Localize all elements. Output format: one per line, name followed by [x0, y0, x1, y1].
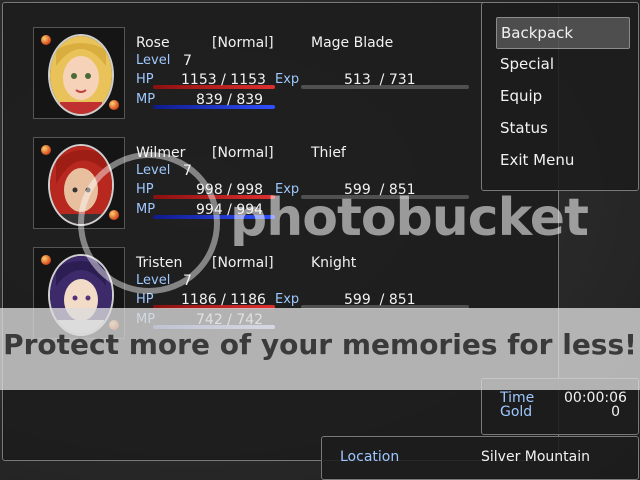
gem-icon: [109, 100, 119, 110]
actor-state: [Normal]: [212, 145, 274, 161]
menu-item-equip[interactable]: Equip: [496, 81, 628, 111]
gold-label: Gold: [500, 404, 533, 420]
party-member-rose[interactable]: Rose [Normal] Mage Blade Level 7 HP 1153…: [3, 3, 558, 119]
actor-face-icon: [48, 34, 114, 116]
watermark-tagline: Protect more of your memories for less!: [3, 328, 637, 361]
exp-label: Exp: [275, 292, 300, 307]
exp-value: 513 / 731: [344, 72, 416, 88]
gem-icon: [41, 255, 51, 265]
menu-item-exit-menu[interactable]: Exit Menu: [496, 145, 628, 175]
game-screen: Rose [Normal] Mage Blade Level 7 HP 1153…: [0, 0, 640, 480]
actor-level: 7: [183, 53, 192, 69]
hp-value: 1153 / 1153: [181, 72, 266, 88]
menu-item-backpack[interactable]: Backpack: [496, 17, 630, 49]
watermark-camera-icon: [78, 152, 220, 294]
actor-state: [Normal]: [212, 35, 274, 51]
gem-icon: [41, 35, 51, 45]
exp-label: Exp: [275, 72, 300, 87]
mp-value: 839 / 839: [196, 92, 264, 108]
hp-value: 1186 / 1186: [181, 292, 266, 308]
location-window: Location Silver Mountain: [321, 436, 639, 480]
actor-state: [Normal]: [212, 255, 274, 271]
actor-class: Knight: [311, 255, 357, 271]
hp-label: HP: [136, 72, 154, 87]
actor-class: Mage Blade: [311, 35, 394, 51]
menu-item-status[interactable]: Status: [496, 113, 628, 143]
level-label: Level: [136, 53, 171, 68]
watermark-logo: photobucket: [230, 188, 589, 248]
exp-value: 599 / 851: [344, 292, 416, 308]
gem-icon: [41, 145, 51, 155]
location-label: Location: [340, 449, 400, 465]
actor-name: Rose: [136, 35, 170, 51]
hp-label: HP: [136, 292, 154, 307]
actor-class: Thief: [311, 145, 346, 161]
gold-value: 0: [611, 404, 620, 420]
location-value: Silver Mountain: [481, 449, 590, 465]
portrait-frame: [33, 27, 125, 119]
mp-label: MP: [136, 92, 156, 107]
menu-item-special[interactable]: Special: [496, 49, 628, 79]
command-menu-window: Backpack Special Equip Status Exit Menu: [481, 2, 639, 191]
